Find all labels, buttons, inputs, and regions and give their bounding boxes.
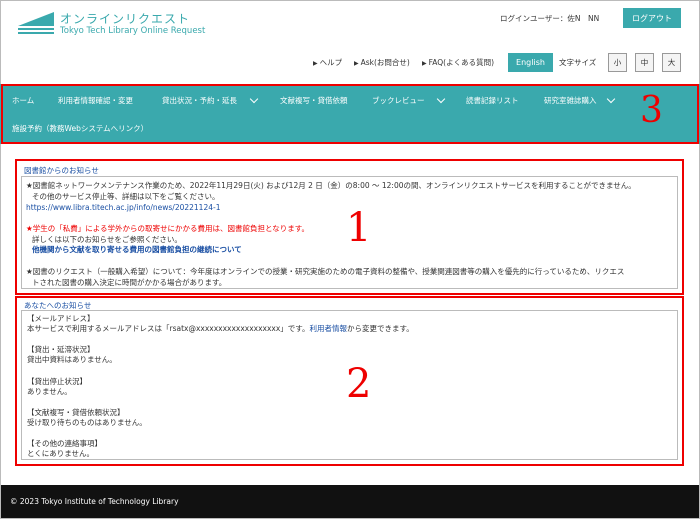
notice-fee-detail: 詳しくは以下のお知らせをご参照ください。 xyxy=(32,235,182,244)
notice-maintenance-detail: その他のサービス停止等、詳細は以下をご覧ください。 xyxy=(32,192,220,201)
faq-link-label: FAQ(よくある質問) xyxy=(428,58,495,67)
mail-text: 本サービスで利用するメールアドレスは「rsatx@xxxxxxxxxxxxxxx… xyxy=(27,324,414,334)
loan-status-heading: 【貸出・延滞状況】 xyxy=(27,345,95,354)
notice-fee-link[interactable]: 他機関から文献を取り寄せる費用の図書館負担の継続について xyxy=(32,245,242,255)
callout-number-2: 2 xyxy=(346,361,372,407)
ask-link[interactable]: ▶ Ask(お問合せ) xyxy=(354,57,410,68)
mail-heading: 【メールアドレス】 xyxy=(27,314,95,323)
logo-title-jp: オンラインリクエスト xyxy=(60,12,191,26)
font-size-medium-button[interactable]: 中 xyxy=(635,53,654,72)
ask-link-label: Ask(お問合せ) xyxy=(360,58,410,67)
nav-callout-outline xyxy=(1,84,699,144)
notice-maintenance-link[interactable]: https://www.libra.titech.ac.jp/info/news… xyxy=(26,203,220,213)
font-size-large-button[interactable]: 大 xyxy=(662,53,681,72)
login-user: ログインユーザー：佐N NN xyxy=(500,14,600,23)
notice-maintenance: ★図書館ネットワークメンテナンス作業のため、2022年11月29日(火) および… xyxy=(26,181,636,190)
notice-book-request: ★図書のリクエスト（一般購入希望）について：今年度はオンラインでの授業・研究実施… xyxy=(26,267,625,276)
triangle-right-icon: ▶ xyxy=(422,60,427,67)
copy-request-text: 受け取り待ちのものはありません。 xyxy=(27,418,147,427)
suspension-text: ありません。 xyxy=(27,387,72,396)
suspension-heading: 【貸出停止状況】 xyxy=(27,377,87,386)
loan-status-text: 貸出中資料はありません。 xyxy=(27,355,117,364)
help-link-label: ヘルプ xyxy=(319,58,343,67)
library-notice-title: 図書館からのお知らせ xyxy=(24,166,99,175)
copy-request-heading: 【文献複写・貸借依頼状況】 xyxy=(27,408,125,417)
mail-text-suffix: から変更できます。 xyxy=(347,324,414,333)
logo-title-en: Tokyo Tech Library Online Request xyxy=(60,26,206,36)
notice-book-request-cont: トされた図書の購入決定に時間がかかる場合があります。 xyxy=(32,278,227,287)
callout-number-3: 3 xyxy=(640,90,663,131)
notice-fee-coverage: ★学生の「私費」による学外からの取寄せにかかる費用は、図書館負担となります。 xyxy=(26,224,310,233)
logout-button[interactable]: ログアウト xyxy=(623,8,681,28)
user-info-link[interactable]: 利用者情報 xyxy=(310,324,348,333)
english-button[interactable]: English xyxy=(508,53,553,72)
font-size-label: 文字サイズ xyxy=(559,58,597,67)
mail-text-prefix: 本サービスで利用するメールアドレスは「rsatx@xxxxxxxxxxxxxxx… xyxy=(27,324,310,333)
triangle-right-icon: ▶ xyxy=(313,60,318,67)
site-logo[interactable]: オンラインリクエスト Tokyo Tech Library Online Req… xyxy=(18,12,205,37)
other-heading: 【その他の連絡事項】 xyxy=(27,439,102,448)
other-text: とくにありません。 xyxy=(27,449,95,458)
font-size-small-button[interactable]: 小 xyxy=(608,53,627,72)
triangle-right-icon: ▶ xyxy=(354,60,359,67)
logo-mark-icon xyxy=(18,12,54,36)
faq-link[interactable]: ▶ FAQ(よくある質問) xyxy=(422,57,494,68)
footer-copyright: © 2023 Tokyo Institute of Technology Lib… xyxy=(10,497,179,506)
help-link[interactable]: ▶ ヘルプ xyxy=(313,57,342,68)
callout-number-1: 1 xyxy=(346,205,372,251)
